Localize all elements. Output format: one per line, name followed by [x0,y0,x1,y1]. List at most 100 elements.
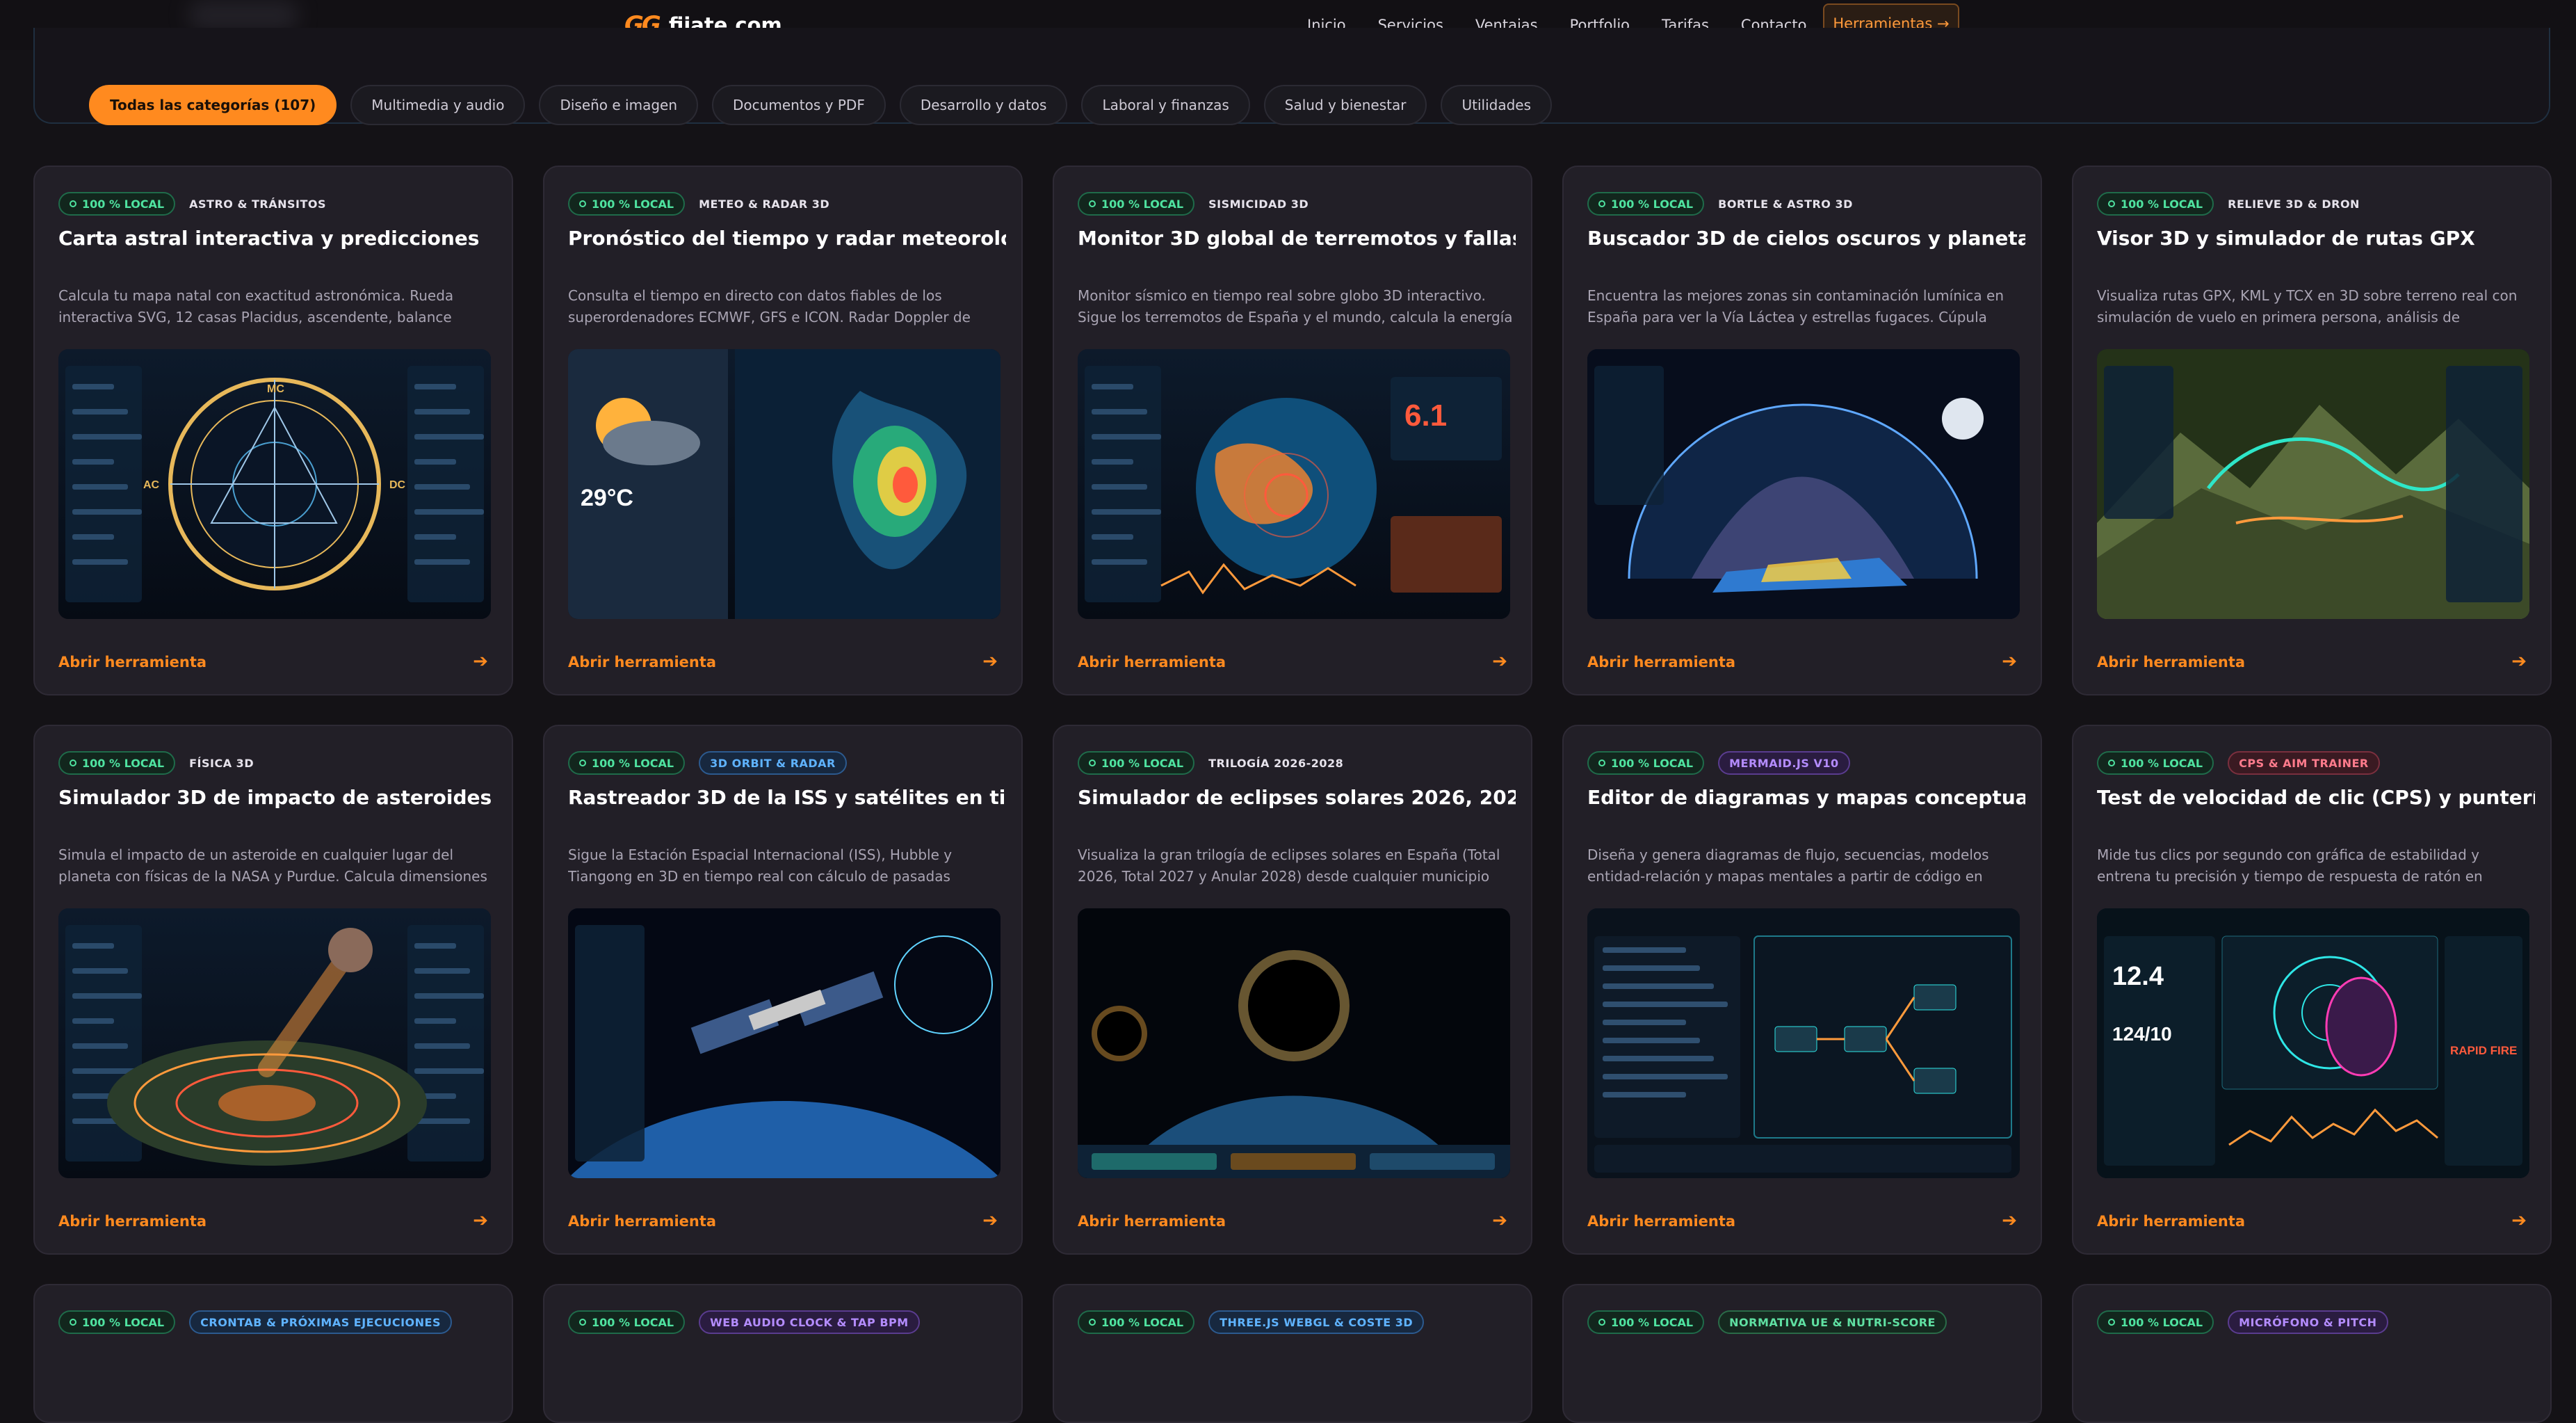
tool-thumbnail[interactable] [1078,908,1510,1178]
tool-card[interactable]: 100 % LOCAL METEO & RADAR 3D Pronóstico … [543,166,1023,696]
card-description: Simula el impacto de un asteroide en cua… [58,846,487,885]
open-tool-link[interactable]: Abrir herramienta [568,654,716,670]
tool-thumbnail[interactable] [2097,349,2529,619]
local-badge: 100 % LOCAL [2097,1310,2214,1334]
tool-thumbnail[interactable]: 12.4 124/10 RAPID FIRE [2097,908,2529,1178]
filter-chip[interactable]: Salud y bienestar [1263,85,1427,125]
tool-thumbnail[interactable]: 6.1 [1078,349,1510,619]
arrow-right-icon[interactable]: ➔ [2511,651,2527,672]
local-dot-icon [579,200,586,207]
card-title: Pronóstico del tiempo y radar meteorológ… [568,227,1006,250]
card-badges: 100 % LOCAL FÍSICA 3D [58,751,254,775]
open-tool-link[interactable]: Abrir herramienta [2097,1213,2245,1230]
tool-card[interactable]: 100 % LOCAL CRONTAB & PRÓXIMAS EJECUCION… [33,1284,513,1423]
category-tag: NORMATIVA UE & NUTRI-SCORE [1718,1310,1947,1334]
filter-chip[interactable]: Documentos y PDF [712,85,886,125]
card-description: Monitor sísmico en tiempo real sobre glo… [1078,287,1513,325]
filter-chip[interactable]: Diseño e imagen [539,85,699,125]
local-dot-icon [2108,759,2115,766]
category-tag: 3D ORBIT & RADAR [699,751,847,775]
card-badges: 100 % LOCAL METEO & RADAR 3D [568,192,829,216]
tool-card[interactable]: 100 % LOCAL WEB AUDIO CLOCK & TAP BPM [543,1284,1023,1423]
blurred-element [188,0,299,31]
tool-thumbnail[interactable] [58,908,491,1178]
local-badge: 100 % LOCAL [58,751,176,775]
open-tool-link[interactable]: Abrir herramienta [1078,654,1226,670]
category-tag: MERMAID.JS V10 [1718,751,1850,775]
arrow-right-icon[interactable]: ➔ [2002,651,2017,672]
tool-card[interactable]: 100 % LOCAL FÍSICA 3D Simulador 3D de im… [33,725,513,1255]
tool-card[interactable]: 100 % LOCAL BORTLE & ASTRO 3D Buscador 3… [1562,166,2042,696]
tool-thumbnail[interactable]: MC AC DC [58,349,491,619]
local-badge: 100 % LOCAL [1587,192,1705,216]
tool-card[interactable]: 100 % LOCAL SISMICIDAD 3D Monitor 3D glo… [1053,166,1532,696]
tool-card[interactable]: 100 % LOCAL MICRÓFONO & PITCH [2072,1284,2552,1423]
open-tool-link[interactable]: Abrir herramienta [1587,1213,1735,1230]
card-badges: 100 % LOCAL SISMICIDAD 3D [1078,192,1309,216]
category-tag: BORTLE & ASTRO 3D [1718,197,1853,211]
arrow-right-icon[interactable]: ➔ [2511,1210,2527,1231]
category-tag: THREE.JS WEBGL & COSTE 3D [1208,1310,1425,1334]
filter-chip[interactable]: Todas las categorías (107) [89,85,337,125]
tool-card[interactable]: 100 % LOCAL NORMATIVA UE & NUTRI-SCORE [1562,1284,2042,1423]
open-tool-link[interactable]: Abrir herramienta [568,1213,716,1230]
arrow-right-icon[interactable]: ➔ [1492,1210,1507,1231]
open-tool-link[interactable]: Abrir herramienta [1078,1213,1226,1230]
category-tag: ASTRO & TRÁNSITOS [189,197,326,211]
tool-card[interactable]: 100 % LOCAL RELIEVE 3D & DRON Visor 3D y… [2072,166,2552,696]
open-tool-link[interactable]: Abrir herramienta [2097,654,2245,670]
local-dot-icon [579,1319,586,1326]
local-dot-icon [1089,200,1096,207]
open-tool-link[interactable]: Abrir herramienta [58,1213,206,1230]
card-description: Diseña y genera diagramas de flujo, secu… [1587,846,1989,885]
tool-thumbnail[interactable] [568,908,1001,1178]
local-badge-label: 100 % LOCAL [1101,756,1184,770]
arrow-right-icon[interactable]: ➔ [982,651,998,672]
card-title: Visor 3D y simulador de rutas GPX [2097,227,2475,250]
tool-thumbnail[interactable] [1587,349,2020,619]
open-tool-link[interactable]: Abrir herramienta [1587,654,1735,670]
local-dot-icon [70,200,76,207]
card-badges: 100 % LOCAL WEB AUDIO CLOCK & TAP BPM [568,1310,920,1334]
arrow-right-icon[interactable]: ➔ [1492,651,1507,672]
local-dot-icon [2108,200,2115,207]
tool-thumbnail[interactable]: 29°C [568,349,1001,619]
filter-chip[interactable]: Multimedia y audio [350,85,526,125]
arrow-right-icon[interactable]: ➔ [473,1210,488,1231]
card-badges: 100 % LOCAL RELIEVE 3D & DRON [2097,192,2360,216]
tool-card[interactable]: 100 % LOCAL ASTRO & TRÁNSITOS Carta astr… [33,166,513,696]
tool-card[interactable]: 100 % LOCAL MERMAID.JS V10 Editor de dia… [1562,725,2042,1255]
filter-chip[interactable]: Desarrollo y datos [899,85,1068,125]
tools-grid: 100 % LOCAL ASTRO & TRÁNSITOS Carta astr… [33,166,2552,1423]
local-badge: 100 % LOCAL [58,192,176,216]
card-title: Editor de diagramas y mapas conceptuales [1587,786,2025,809]
local-badge: 100 % LOCAL [568,751,686,775]
card-badges: 100 % LOCAL MICRÓFONO & PITCH [2097,1310,2388,1334]
tool-thumbnail[interactable] [1587,908,2020,1178]
local-badge: 100 % LOCAL [2097,192,2214,216]
arrow-right-icon[interactable]: ➔ [473,651,488,672]
local-badge-label: 100 % LOCAL [1611,1315,1694,1329]
category-tag: SISMICIDAD 3D [1208,197,1309,211]
card-title: Test de velocidad de clic (CPS) y punter… [2097,786,2535,809]
open-tool-link[interactable]: Abrir herramienta [58,654,206,670]
local-dot-icon [1598,1319,1605,1326]
local-badge-label: 100 % LOCAL [592,197,674,211]
local-badge: 100 % LOCAL [1078,1310,1195,1334]
card-badges: 100 % LOCAL TRILOGÍA 2026-2028 [1078,751,1343,775]
local-badge-label: 100 % LOCAL [1101,1315,1184,1329]
card-title: Simulador 3D de impacto de asteroides [58,786,492,809]
local-badge-label: 100 % LOCAL [2121,197,2203,211]
card-description: Visualiza la gran trilogía de eclipses s… [1078,846,1500,885]
card-badges: 100 % LOCAL BORTLE & ASTRO 3D [1587,192,1853,216]
tool-card[interactable]: 100 % LOCAL TRILOGÍA 2026-2028 Simulador… [1053,725,1532,1255]
filter-chip[interactable]: Utilidades [1441,85,1552,125]
arrow-right-icon[interactable]: ➔ [982,1210,998,1231]
tool-card[interactable]: 100 % LOCAL THREE.JS WEBGL & COSTE 3D [1053,1284,1532,1423]
quake-magnitude: 6.1 [1404,399,1447,433]
tool-card[interactable]: 100 % LOCAL CPS & AIM TRAINER Test de ve… [2072,725,2552,1255]
filter-chip[interactable]: Laboral y finanzas [1081,85,1250,125]
arrow-right-icon[interactable]: ➔ [2002,1210,2017,1231]
tool-card[interactable]: 100 % LOCAL 3D ORBIT & RADAR Rastreador … [543,725,1023,1255]
local-badge-label: 100 % LOCAL [1101,197,1184,211]
